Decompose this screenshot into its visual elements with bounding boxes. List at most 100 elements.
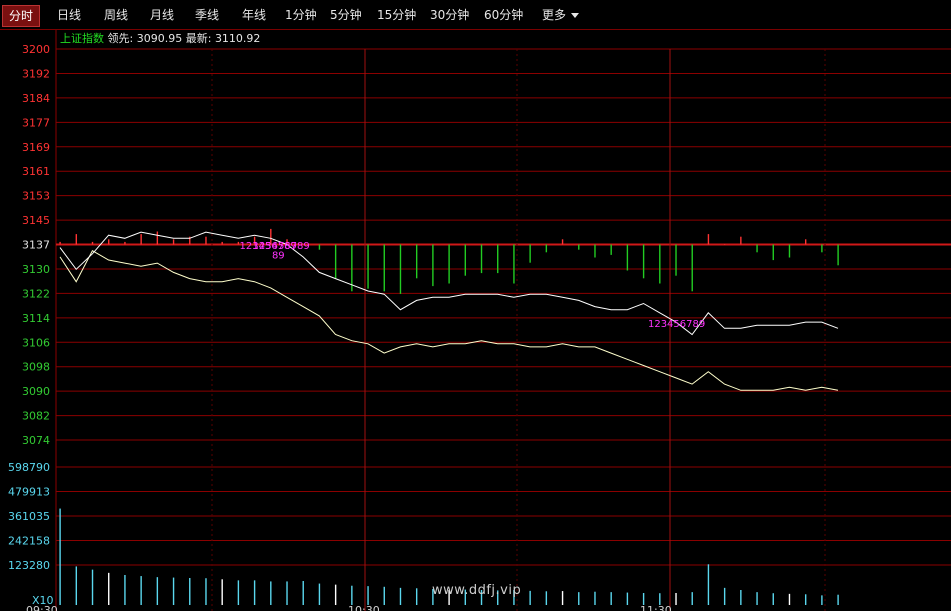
volume-bar (59, 508, 61, 605)
volume-bar (772, 593, 774, 605)
up-down-bar (108, 239, 110, 245)
volume-tick-label: 598790 (8, 461, 50, 474)
volume-tick-label: 361035 (8, 510, 50, 523)
more-menu-button[interactable]: 更多 (542, 5, 580, 25)
volume-bar (691, 592, 693, 605)
more-label: 更多 (542, 8, 567, 22)
price-tick-label: 3082 (22, 410, 50, 423)
volume-bar (351, 585, 353, 605)
price-tick-label: 3074 (22, 434, 50, 447)
up-down-bar (529, 244, 531, 263)
up-down-bar (318, 244, 321, 250)
price-tick-label: 3137 (22, 239, 50, 252)
period-toolbar: 分时 日线 周线 月线 季线 年线 1分钟 5分钟 15分钟 30分钟 60分钟… (0, 0, 951, 30)
volume-bar (108, 572, 110, 605)
tab-intraday[interactable]: 分时 (2, 5, 41, 27)
volume-bar (659, 593, 661, 605)
volume-bar (804, 594, 807, 605)
volume-bar (594, 591, 596, 605)
up-down-bar (399, 244, 402, 294)
volume-bar (529, 590, 531, 605)
volume-bar (788, 593, 791, 605)
up-down-bar (837, 244, 839, 266)
volume-bar (302, 581, 304, 605)
price-tick-label: 3177 (22, 116, 50, 129)
up-down-bar (740, 236, 742, 245)
up-down-bar (804, 239, 807, 245)
up-down-bar (594, 244, 596, 258)
price-tick-label: 3098 (22, 361, 50, 374)
volume-bar (140, 576, 142, 605)
up-down-bar (513, 244, 515, 284)
up-down-bar (221, 241, 223, 245)
price-tick-label: 3161 (22, 165, 50, 178)
up-down-bar (545, 244, 548, 253)
signal-label: 123456789 (648, 319, 705, 330)
up-down-bar (140, 234, 142, 245)
volume-bar (626, 592, 629, 605)
up-down-bar (415, 244, 418, 279)
volume-bar (578, 592, 580, 605)
tab-30min[interactable]: 30分钟 (430, 5, 469, 25)
up-down-bar (91, 241, 94, 245)
volume-bar (415, 588, 418, 605)
tab-daily[interactable]: 日线 (57, 5, 81, 25)
signal-label: 89 (272, 251, 285, 262)
volume-bar (189, 578, 191, 605)
volume-bar (237, 580, 240, 605)
volume-bar (156, 577, 159, 605)
volume-tick-label: 242158 (8, 535, 50, 548)
tab-1min[interactable]: 1分钟 (285, 5, 317, 25)
up-down-bar (334, 244, 337, 279)
up-down-bar (788, 244, 791, 258)
volume-bar (707, 564, 710, 605)
chevron-down-icon (571, 13, 580, 18)
time-tick-label: 10:30 (348, 604, 380, 611)
volume-bar (91, 569, 94, 605)
volume-bar (270, 581, 272, 605)
up-down-bar (383, 244, 385, 292)
up-down-bar (561, 239, 564, 245)
tab-60min[interactable]: 60分钟 (484, 5, 523, 25)
up-down-bar (480, 244, 483, 274)
volume-bar (286, 581, 288, 605)
up-down-bar (723, 244, 726, 245)
tab-monthly[interactable]: 月线 (150, 5, 174, 25)
volume-bar (837, 594, 839, 605)
up-down-bar (691, 244, 693, 292)
tab-15min[interactable]: 15分钟 (377, 5, 416, 25)
up-down-bar (610, 244, 612, 255)
volume-tick-label: 123280 (8, 559, 50, 572)
intraday-chart[interactable]: 3200 3192 3184 3177 3169 3161 3153 3145 3137 3130… (0, 30, 951, 611)
tab-weekly[interactable]: 周线 (104, 5, 128, 25)
up-down-bar (156, 231, 159, 245)
tab-quarterly[interactable]: 季线 (195, 5, 219, 25)
up-down-bar (497, 244, 499, 274)
volume-bar (205, 578, 207, 605)
watermark: www.ddfj.vip (432, 583, 522, 598)
time-tick-label: 09:30 (26, 604, 58, 611)
up-down-bar (464, 244, 467, 276)
up-down-bar (772, 244, 774, 261)
tab-yearly[interactable]: 年线 (242, 5, 266, 25)
up-down-bar (626, 244, 629, 271)
volume-bar (334, 584, 337, 605)
volume-bar (610, 592, 612, 605)
up-down-bar (59, 241, 61, 245)
volume-bar (124, 575, 126, 605)
price-tick-label: 3153 (22, 190, 50, 203)
price-tick-label: 3090 (22, 385, 50, 398)
volume-bar (561, 591, 564, 605)
price-tick-label: 3130 (22, 263, 50, 276)
up-down-bar (448, 244, 450, 284)
price-tick-label: 3200 (22, 43, 50, 56)
volume-bar (821, 595, 823, 605)
price-tick-label: 3106 (22, 336, 50, 349)
time-tick-label: 11:30 (640, 604, 672, 611)
volume-bar (723, 587, 726, 605)
tab-5min[interactable]: 5分钟 (330, 5, 362, 25)
volume-bar (221, 579, 223, 605)
up-down-bar (578, 244, 580, 250)
volume-bar (75, 566, 78, 605)
up-down-bar (642, 244, 645, 279)
